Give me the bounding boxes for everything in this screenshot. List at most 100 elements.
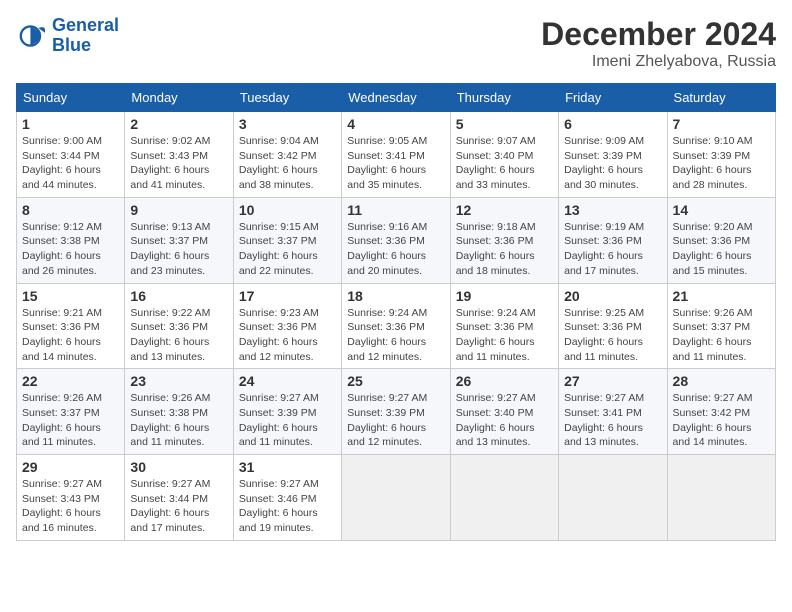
calendar-cell: 2 Sunrise: 9:02 AM Sunset: 3:43 PM Dayli… — [125, 112, 233, 198]
calendar-cell: 20 Sunrise: 9:25 AM Sunset: 3:36 PM Dayl… — [559, 283, 667, 369]
day-number: 9 — [130, 202, 227, 218]
sunrise-label: Sunrise: 9:19 AM — [564, 221, 644, 233]
day-number: 31 — [239, 459, 336, 475]
calendar-cell: 5 Sunrise: 9:07 AM Sunset: 3:40 PM Dayli… — [450, 112, 558, 198]
calendar-week-row: 1 Sunrise: 9:00 AM Sunset: 3:44 PM Dayli… — [17, 112, 776, 198]
sunrise-label: Sunrise: 9:24 AM — [456, 307, 536, 319]
day-info: Sunrise: 9:12 AM Sunset: 3:38 PM Dayligh… — [22, 220, 119, 279]
day-info: Sunrise: 9:09 AM Sunset: 3:39 PM Dayligh… — [564, 134, 661, 193]
calendar-cell: 13 Sunrise: 9:19 AM Sunset: 3:36 PM Dayl… — [559, 197, 667, 283]
sunset-label: Sunset: 3:39 PM — [673, 150, 751, 162]
sunrise-label: Sunrise: 9:27 AM — [22, 478, 102, 490]
day-number: 12 — [456, 202, 553, 218]
sunrise-label: Sunrise: 9:00 AM — [22, 135, 102, 147]
page-header: General Blue December 2024 Imeni Zhelyab… — [16, 16, 776, 71]
sunrise-label: Sunrise: 9:26 AM — [22, 392, 102, 404]
day-info: Sunrise: 9:16 AM Sunset: 3:36 PM Dayligh… — [347, 220, 444, 279]
daylight-label: Daylight: 6 hours and 26 minutes. — [22, 250, 101, 277]
daylight-label: Daylight: 6 hours and 11 minutes. — [673, 336, 752, 363]
day-info: Sunrise: 9:04 AM Sunset: 3:42 PM Dayligh… — [239, 134, 336, 193]
title-block: December 2024 Imeni Zhelyabova, Russia — [541, 16, 776, 71]
daylight-label: Daylight: 6 hours and 41 minutes. — [130, 164, 209, 191]
day-info: Sunrise: 9:26 AM Sunset: 3:37 PM Dayligh… — [673, 306, 770, 365]
calendar-table: Sunday Monday Tuesday Wednesday Thursday… — [16, 83, 776, 541]
logo-line1: General — [52, 15, 119, 35]
sunrise-label: Sunrise: 9:22 AM — [130, 307, 210, 319]
daylight-label: Daylight: 6 hours and 18 minutes. — [456, 250, 535, 277]
day-info: Sunrise: 9:27 AM Sunset: 3:43 PM Dayligh… — [22, 477, 119, 536]
logo-icon — [16, 20, 48, 52]
calendar-cell — [667, 455, 775, 541]
col-thursday: Thursday — [450, 84, 558, 112]
day-number: 5 — [456, 116, 553, 132]
day-info: Sunrise: 9:27 AM Sunset: 3:42 PM Dayligh… — [673, 391, 770, 450]
day-number: 16 — [130, 288, 227, 304]
sunset-label: Sunset: 3:43 PM — [130, 150, 208, 162]
sunrise-label: Sunrise: 9:16 AM — [347, 221, 427, 233]
day-number: 28 — [673, 373, 770, 389]
daylight-label: Daylight: 6 hours and 11 minutes. — [22, 422, 101, 449]
daylight-label: Daylight: 6 hours and 33 minutes. — [456, 164, 535, 191]
sunrise-label: Sunrise: 9:12 AM — [22, 221, 102, 233]
day-number: 26 — [456, 373, 553, 389]
logo-line2: Blue — [52, 35, 91, 55]
calendar-cell: 15 Sunrise: 9:21 AM Sunset: 3:36 PM Dayl… — [17, 283, 125, 369]
day-info: Sunrise: 9:15 AM Sunset: 3:37 PM Dayligh… — [239, 220, 336, 279]
daylight-label: Daylight: 6 hours and 17 minutes. — [564, 250, 643, 277]
day-number: 18 — [347, 288, 444, 304]
day-number: 8 — [22, 202, 119, 218]
calendar-cell: 7 Sunrise: 9:10 AM Sunset: 3:39 PM Dayli… — [667, 112, 775, 198]
day-number: 24 — [239, 373, 336, 389]
calendar-cell: 1 Sunrise: 9:00 AM Sunset: 3:44 PM Dayli… — [17, 112, 125, 198]
day-info: Sunrise: 9:27 AM Sunset: 3:44 PM Dayligh… — [130, 477, 227, 536]
sunset-label: Sunset: 3:40 PM — [456, 407, 534, 419]
daylight-label: Daylight: 6 hours and 12 minutes. — [239, 336, 318, 363]
day-info: Sunrise: 9:26 AM Sunset: 3:37 PM Dayligh… — [22, 391, 119, 450]
calendar-cell: 31 Sunrise: 9:27 AM Sunset: 3:46 PM Dayl… — [233, 455, 341, 541]
sunrise-label: Sunrise: 9:23 AM — [239, 307, 319, 319]
calendar-cell: 22 Sunrise: 9:26 AM Sunset: 3:37 PM Dayl… — [17, 369, 125, 455]
day-info: Sunrise: 9:18 AM Sunset: 3:36 PM Dayligh… — [456, 220, 553, 279]
daylight-label: Daylight: 6 hours and 12 minutes. — [347, 422, 426, 449]
col-sunday: Sunday — [17, 84, 125, 112]
col-tuesday: Tuesday — [233, 84, 341, 112]
day-number: 11 — [347, 202, 444, 218]
day-info: Sunrise: 9:24 AM Sunset: 3:36 PM Dayligh… — [347, 306, 444, 365]
daylight-label: Daylight: 6 hours and 14 minutes. — [22, 336, 101, 363]
daylight-label: Daylight: 6 hours and 13 minutes. — [456, 422, 535, 449]
calendar-cell: 27 Sunrise: 9:27 AM Sunset: 3:41 PM Dayl… — [559, 369, 667, 455]
sunset-label: Sunset: 3:37 PM — [130, 235, 208, 247]
sunset-label: Sunset: 3:44 PM — [22, 150, 100, 162]
sunrise-label: Sunrise: 9:18 AM — [456, 221, 536, 233]
calendar-cell: 8 Sunrise: 9:12 AM Sunset: 3:38 PM Dayli… — [17, 197, 125, 283]
calendar-cell: 10 Sunrise: 9:15 AM Sunset: 3:37 PM Dayl… — [233, 197, 341, 283]
sunrise-label: Sunrise: 9:21 AM — [22, 307, 102, 319]
sunset-label: Sunset: 3:42 PM — [239, 150, 317, 162]
sunrise-label: Sunrise: 9:27 AM — [564, 392, 644, 404]
logo: General Blue — [16, 16, 119, 56]
sunset-label: Sunset: 3:36 PM — [456, 235, 534, 247]
calendar-cell: 6 Sunrise: 9:09 AM Sunset: 3:39 PM Dayli… — [559, 112, 667, 198]
day-info: Sunrise: 9:27 AM Sunset: 3:39 PM Dayligh… — [239, 391, 336, 450]
calendar-cell: 17 Sunrise: 9:23 AM Sunset: 3:36 PM Dayl… — [233, 283, 341, 369]
sunset-label: Sunset: 3:36 PM — [347, 321, 425, 333]
sunset-label: Sunset: 3:41 PM — [347, 150, 425, 162]
daylight-label: Daylight: 6 hours and 44 minutes. — [22, 164, 101, 191]
day-number: 3 — [239, 116, 336, 132]
sunrise-label: Sunrise: 9:07 AM — [456, 135, 536, 147]
day-info: Sunrise: 9:27 AM Sunset: 3:46 PM Dayligh… — [239, 477, 336, 536]
sunset-label: Sunset: 3:37 PM — [239, 235, 317, 247]
col-monday: Monday — [125, 84, 233, 112]
calendar-cell — [559, 455, 667, 541]
calendar-cell: 29 Sunrise: 9:27 AM Sunset: 3:43 PM Dayl… — [17, 455, 125, 541]
sunset-label: Sunset: 3:42 PM — [673, 407, 751, 419]
calendar-cell: 21 Sunrise: 9:26 AM Sunset: 3:37 PM Dayl… — [667, 283, 775, 369]
day-number: 17 — [239, 288, 336, 304]
daylight-label: Daylight: 6 hours and 13 minutes. — [564, 422, 643, 449]
location-title: Imeni Zhelyabova, Russia — [541, 53, 776, 71]
calendar-header-row: Sunday Monday Tuesday Wednesday Thursday… — [17, 84, 776, 112]
day-info: Sunrise: 9:23 AM Sunset: 3:36 PM Dayligh… — [239, 306, 336, 365]
day-info: Sunrise: 9:24 AM Sunset: 3:36 PM Dayligh… — [456, 306, 553, 365]
calendar-cell: 23 Sunrise: 9:26 AM Sunset: 3:38 PM Dayl… — [125, 369, 233, 455]
daylight-label: Daylight: 6 hours and 22 minutes. — [239, 250, 318, 277]
